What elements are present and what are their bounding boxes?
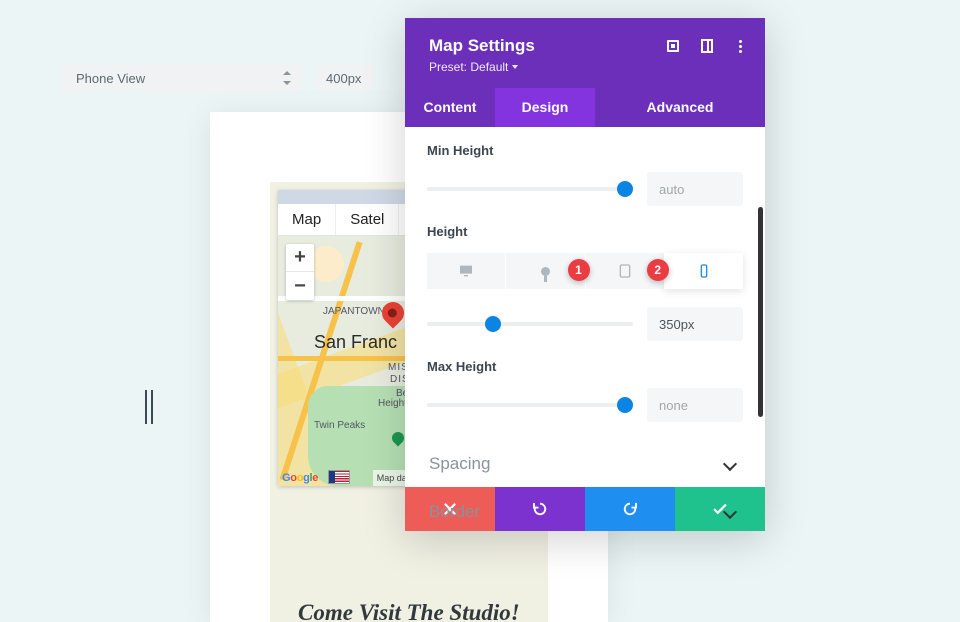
ruler-mark [145,390,153,424]
tab-advanced[interactable]: Advanced [595,88,765,127]
zoom-out-button[interactable]: − [286,272,314,300]
responsive-tabs: 1 2 [427,253,743,289]
height-slider[interactable] [427,322,633,326]
preview-controls: Phone View 400px [62,64,374,92]
view-mode-select[interactable]: Phone View [62,64,302,92]
map-city-label: San Franc [314,332,397,353]
preview-width-label: 400px [326,71,361,86]
preset-label: Preset: Default [429,60,508,74]
tablet-icon [617,263,633,279]
slider-knob[interactable] [617,397,633,413]
accordion-spacing-label: Spacing [429,454,490,474]
responsive-tab-desktop[interactable] [427,253,505,289]
height-input[interactable]: 350px [647,307,743,341]
more-button[interactable] [733,38,749,54]
updown-icon [282,71,292,85]
map-label-twinpeaks: Twin Peaks [314,420,365,431]
phone-icon [696,263,712,279]
layout-button[interactable] [699,38,715,54]
chevron-down-icon [723,457,737,471]
tab-content[interactable]: Content [405,88,495,127]
max-height-slider[interactable] [427,403,633,407]
max-height-input[interactable]: none [647,388,743,422]
zoom-control: + − [286,244,314,300]
dropdown-triangle-icon [512,65,518,69]
scrollbar-thumb[interactable] [758,207,763,417]
min-height-slider[interactable] [427,187,633,191]
panel-body[interactable]: Min Height auto Height 1 2 [405,127,765,487]
settings-panel: Map Settings Preset: Default Content Des… [405,18,765,531]
panel-tabs: Content Design Advanced [405,88,765,127]
us-shield-icon [328,470,350,484]
min-height-label: Min Height [427,143,743,158]
accordion-border[interactable]: Border [427,488,743,536]
map-tab-map[interactable]: Map [278,204,336,235]
tab-design[interactable]: Design [495,88,595,127]
max-height-row: none [427,388,743,422]
panel-header[interactable]: Map Settings Preset: Default [405,18,765,88]
chevron-down-icon [723,505,737,519]
desktop-icon [458,263,474,279]
min-height-row: auto [427,172,743,206]
preview-width-select[interactable]: 400px [316,64,374,92]
expand-icon [667,40,679,52]
responsive-tab-phone[interactable]: 2 [664,253,743,289]
max-height-label: Max Height [427,359,743,374]
pin-icon [541,267,550,276]
kebab-icon [739,40,743,53]
accordion-spacing[interactable]: Spacing [427,440,743,488]
view-mode-label: Phone View [76,71,145,86]
slider-knob[interactable] [485,316,501,332]
map-tab-satellite[interactable]: Satel [336,204,399,235]
annotation-badge-2: 2 [647,259,669,281]
map-marker-icon[interactable] [377,297,408,328]
slider-knob[interactable] [617,181,633,197]
expand-button[interactable] [665,38,681,54]
annotation-badge-1: 1 [568,259,590,281]
height-label: Height [427,224,743,239]
accordion-border-label: Border [429,502,480,522]
height-row: 350px [427,307,743,341]
google-logo: Google [282,472,318,484]
preset-select[interactable]: Preset: Default [429,60,745,74]
map-label-japantown: JAPANTOWN [323,306,385,317]
min-height-input[interactable]: auto [647,172,743,206]
zoom-in-button[interactable]: + [286,244,314,272]
panel-layout-icon [701,39,713,53]
